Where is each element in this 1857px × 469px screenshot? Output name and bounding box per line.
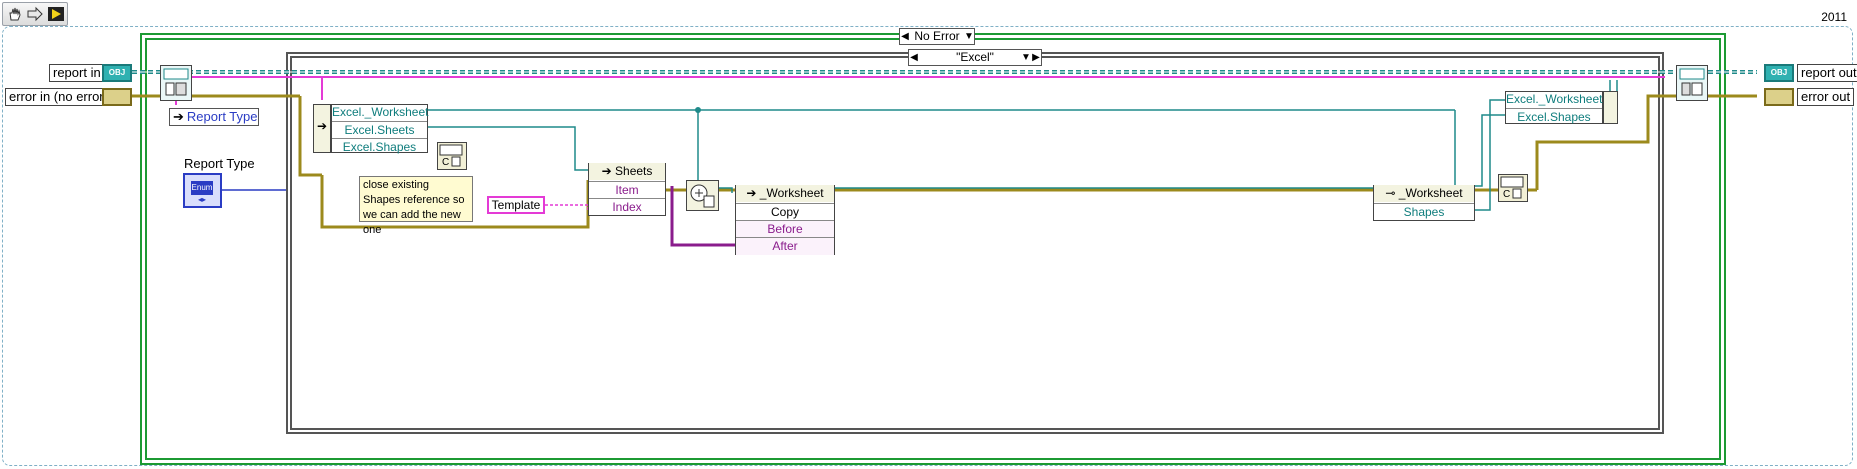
error-out-label: error out	[1797, 88, 1855, 106]
error-out-terminal[interactable]	[1764, 88, 1794, 106]
template-wire	[545, 204, 589, 210]
bundle-subvi[interactable]	[1676, 65, 1708, 101]
report-out-terminal[interactable]: OBJ	[1764, 64, 1794, 82]
method-row[interactable]: Index	[589, 198, 665, 216]
method-row[interactable]: Before	[736, 220, 834, 238]
report-in-terminal[interactable]: OBJ	[102, 64, 132, 82]
report-in-label: report in	[49, 64, 105, 82]
to-more-specific-class-node[interactable]	[686, 180, 719, 211]
property-row[interactable]: Shapes	[1374, 203, 1474, 221]
error-in-terminal[interactable]	[102, 88, 132, 106]
wire-layer	[132, 70, 1757, 247]
template-string-constant[interactable]: Template	[487, 196, 545, 214]
property-row[interactable]: Excel.Sheets	[332, 121, 427, 139]
worksheet-ref-wire	[1454, 110, 1475, 188]
bundle-item[interactable]: Excel.Shapes	[1506, 108, 1602, 126]
unbundle-arrow-icon: ➔	[173, 109, 184, 124]
svg-text:C: C	[442, 157, 449, 168]
sheets-invoke-node[interactable]: ➔ Sheets Item Index	[588, 163, 666, 216]
worksheet-property-node[interactable]: ⊸ _Worksheet Shapes	[1373, 185, 1475, 221]
unbundle-subvi[interactable]	[160, 65, 192, 101]
close-reference-node[interactable]: C	[437, 142, 467, 170]
worksheet-copy-title: ➔ _Worksheet	[736, 185, 834, 202]
right-arrow-icon: ➔	[316, 119, 328, 133]
property-node-1-anchor[interactable]: ➔	[313, 104, 331, 153]
bundle-item[interactable]: Excel._Worksheet	[1506, 91, 1603, 108]
bundle-node-handle[interactable]	[1603, 91, 1618, 124]
wire-junction	[695, 107, 701, 113]
worksheet-prop-title: ⊸ _Worksheet	[1374, 185, 1474, 202]
bundle-by-name-node[interactable]: Excel._Worksheet Excel.Shapes	[1505, 91, 1603, 124]
enum-arrows-icon: ◂▸	[197, 195, 207, 204]
worksheet-prop-title-text: _Worksheet	[1398, 186, 1463, 200]
sheets-node-title-text: Sheets	[615, 164, 653, 178]
node-class-label: Excel._Worksheet	[332, 105, 429, 119]
sheets-node-title: ➔ Sheets	[589, 163, 665, 180]
report-type-enum-control[interactable]: Enum ◂▸	[183, 173, 222, 208]
report-out-label: report out	[1797, 64, 1857, 82]
report-type-label: Report Type	[184, 156, 255, 171]
enum-tag: Enum	[191, 181, 213, 195]
svg-text:C: C	[1503, 189, 1510, 200]
method-row[interactable]: After	[736, 237, 834, 255]
property-node-1[interactable]: Excel._Worksheet Excel.Sheets Excel.Shap…	[331, 104, 429, 156]
close-reference-node-2[interactable]: C	[1498, 174, 1528, 202]
worksheet-copy-title-text: _Worksheet	[759, 186, 824, 200]
report-type-unbundle[interactable]: ➔ Report Type	[169, 108, 259, 126]
method-row[interactable]: Item	[589, 181, 665, 199]
method-row[interactable]: Copy	[736, 203, 834, 221]
property-row[interactable]: Excel.Shapes	[332, 138, 427, 156]
report-type-unbundle-label: Report Type	[186, 109, 258, 124]
worksheet-copy-node[interactable]: ➔ _Worksheet Copy Before After	[735, 185, 835, 255]
error-in-label: error in (no error)	[5, 88, 112, 106]
comment-note: close existing Shapes reference so we ca…	[359, 176, 473, 236]
